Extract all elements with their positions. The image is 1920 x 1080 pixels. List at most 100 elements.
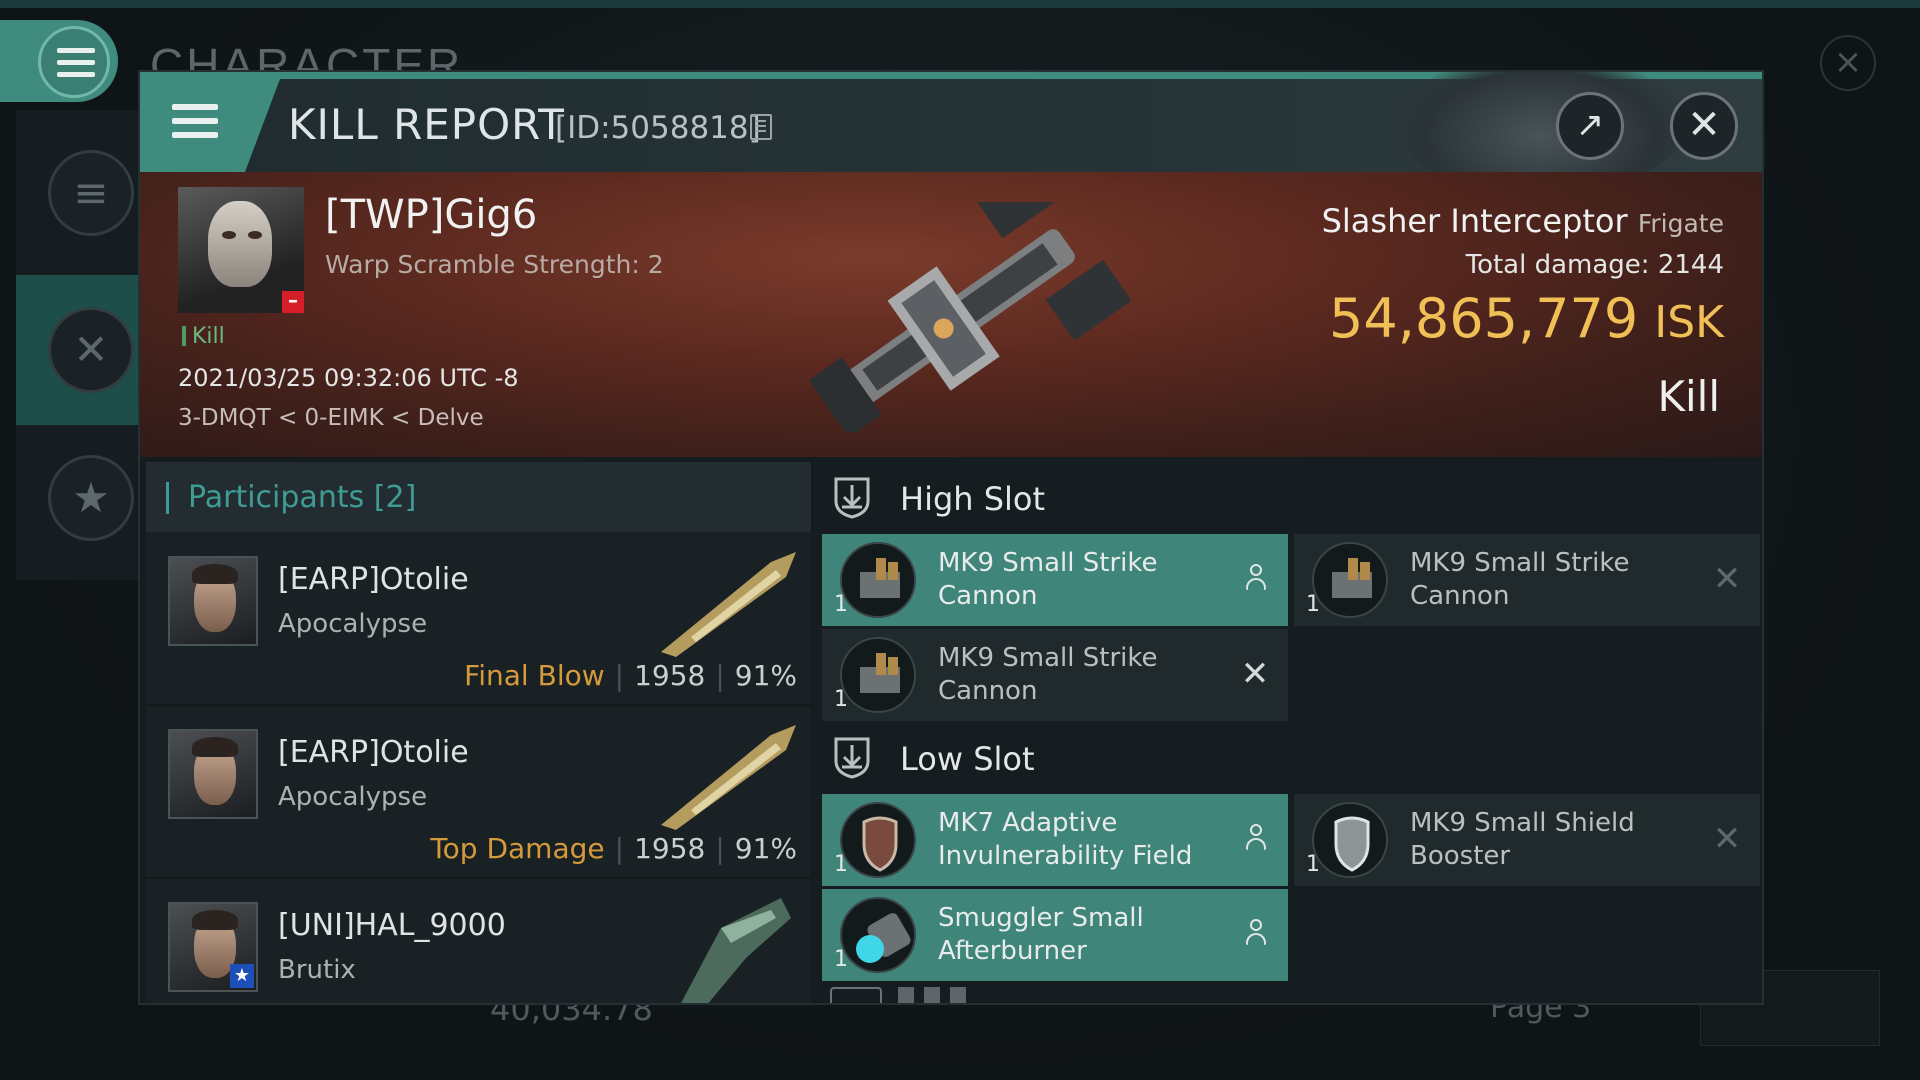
participant-stats: Final Blow | 1958 | 91% bbox=[464, 659, 797, 692]
module-item[interactable]: 1 MK9 Small Strike Cannon ✕ bbox=[822, 629, 1288, 721]
participant-damage: 1958 bbox=[634, 832, 706, 865]
participant-ship: Apocalypse bbox=[278, 782, 428, 812]
victim-ship-type[interactable]: Slasher Interceptor Frigate bbox=[1322, 202, 1724, 240]
participant-tag: Final Blow bbox=[464, 659, 605, 692]
participant-tag: Top Damage bbox=[430, 832, 605, 865]
dropped-person-icon bbox=[1240, 562, 1270, 596]
portrait-face bbox=[208, 201, 272, 287]
participants-count: [2] bbox=[373, 480, 417, 515]
destroyed-x-icon: ✕ bbox=[1712, 559, 1742, 599]
participant-row[interactable]: ★ [UNI]HAL_9000 Brutix bbox=[146, 880, 811, 1005]
app-root: CHARACTER × ≡ ✕ ★ 40,034.78 Page 3 KILL … bbox=[0, 0, 1920, 1080]
background-close-icon[interactable]: × bbox=[1820, 35, 1876, 91]
sidebar-item-combat[interactable]: ✕ bbox=[16, 275, 140, 425]
module-item[interactable]: 1 MK9 Small Strike Cannon ✕ bbox=[1294, 534, 1760, 626]
kill-tag: Kill bbox=[182, 324, 225, 349]
panel-header: KILL REPORT [ID:5058818] ↗ ✕ bbox=[140, 72, 1762, 192]
portrait-eye bbox=[222, 231, 236, 239]
list-icon: ≡ bbox=[48, 150, 134, 236]
victim-portrait[interactable]: – bbox=[178, 187, 304, 313]
report-id: [ID:5058818] bbox=[555, 110, 761, 146]
participant-stats: Top Damage | 1958 | 91% bbox=[430, 832, 797, 865]
participant-row[interactable]: [EARP]Otolie Apocalypse Top Damage | 1958 |… bbox=[146, 707, 811, 879]
module-item[interactable]: 1 MK9 Small Strike Cannon bbox=[822, 534, 1288, 626]
high-slot-icon bbox=[834, 477, 870, 519]
kill-report-panel: KILL REPORT [ID:5058818] ↗ ✕ – [TWP]Gig6… bbox=[138, 70, 1764, 1005]
portrait-hair bbox=[192, 910, 238, 930]
top-strip bbox=[0, 0, 1920, 8]
kill-location[interactable]: 3-DMQT < 0-EIMK < Delve bbox=[178, 405, 484, 431]
cannon-icon bbox=[840, 637, 916, 713]
participant-name[interactable]: [UNI]HAL_9000 bbox=[278, 908, 506, 943]
module-name: MK9 Small Strike Cannon bbox=[1410, 548, 1630, 611]
module-item[interactable]: 1 MK9 Small Shield Booster ✕ bbox=[1294, 794, 1760, 886]
portrait-hair bbox=[192, 564, 238, 584]
victim-ship-image[interactable] bbox=[790, 202, 1130, 432]
module-name: MK9 Small Strike Cannon bbox=[938, 643, 1158, 706]
portrait-hair bbox=[192, 737, 238, 757]
participant-ship-image[interactable] bbox=[651, 715, 801, 835]
participant-portrait[interactable] bbox=[168, 729, 258, 819]
share-button[interactable]: ↗ bbox=[1556, 92, 1624, 160]
participant-name[interactable]: [EARP]Otolie bbox=[278, 735, 469, 770]
hostile-badge-icon: – bbox=[282, 290, 304, 313]
participant-portrait[interactable] bbox=[168, 556, 258, 646]
close-button[interactable]: ✕ bbox=[1670, 92, 1738, 160]
portrait-eye bbox=[248, 231, 262, 239]
module-quantity: 1 bbox=[834, 852, 848, 877]
participant-ship-image[interactable] bbox=[651, 888, 801, 1005]
participant-ship-image[interactable] bbox=[651, 542, 801, 662]
afterburner-icon bbox=[840, 897, 916, 973]
participant-percent: 91% bbox=[734, 832, 797, 865]
hamburger-icon bbox=[172, 104, 218, 138]
total-damage-value: 2144 bbox=[1657, 250, 1724, 280]
participant-name[interactable]: [EARP]Otolie bbox=[278, 562, 469, 597]
module-name: MK9 Small Strike Cannon bbox=[938, 548, 1158, 611]
ship-class: Frigate bbox=[1637, 209, 1724, 238]
shield-field-icon bbox=[840, 802, 916, 878]
participants-header[interactable]: Participants [2] bbox=[146, 462, 811, 532]
ship-name: Slasher Interceptor bbox=[1321, 202, 1628, 240]
module-name: MK7 Adaptive Invulnerability Field bbox=[938, 808, 1193, 871]
low-slot-icon bbox=[834, 737, 870, 779]
participant-ship: Brutix bbox=[278, 955, 356, 985]
menu-ring bbox=[38, 26, 110, 98]
isk-value: 54,865,779 ISK bbox=[1329, 287, 1724, 350]
main-menu-button[interactable] bbox=[0, 20, 118, 102]
sidebar-item-favorites[interactable]: ★ bbox=[16, 455, 140, 605]
close-icon: ✕ bbox=[1687, 102, 1721, 148]
total-damage: Total damage: 2144 bbox=[1466, 250, 1724, 280]
module-name: MK9 Small Shield Booster bbox=[1410, 808, 1635, 871]
module-item[interactable]: 1 MK7 Adaptive Invulnerability Field bbox=[822, 794, 1288, 886]
crossed-swords-icon: ✕ bbox=[48, 307, 134, 393]
kill-datetime: 2021/03/25 09:32:06 UTC -8 bbox=[178, 364, 519, 392]
report-type: Kill bbox=[1657, 372, 1720, 421]
low-slot-label: Low Slot bbox=[900, 740, 1035, 778]
victim-name[interactable]: [TWP]Gig6 bbox=[325, 192, 537, 238]
isk-amount: 54,865,779 bbox=[1329, 287, 1639, 350]
participant-ship: Apocalypse bbox=[278, 609, 428, 639]
warp-scramble-strength: Warp Scramble Strength: 2 bbox=[325, 250, 664, 279]
isk-unit: ISK bbox=[1654, 297, 1724, 348]
total-damage-label: Total damage: bbox=[1465, 250, 1650, 280]
panel-title: KILL REPORT bbox=[288, 100, 565, 149]
participants-label: Participants bbox=[188, 480, 365, 515]
participant-portrait[interactable]: ★ bbox=[168, 902, 258, 992]
mid-slot-label-clipped bbox=[898, 987, 1018, 1003]
module-quantity: 1 bbox=[834, 687, 848, 712]
participants-panel: Participants [2] [EARP]Otolie Apocalypse… bbox=[146, 462, 811, 1005]
module-item[interactable]: 1 Smuggler Small Afterburner bbox=[822, 889, 1288, 981]
copy-icon[interactable] bbox=[750, 114, 772, 140]
cannon-icon bbox=[1312, 542, 1388, 618]
participant-row[interactable]: [EARP]Otolie Apocalypse Final Blow | 1958 |… bbox=[146, 534, 811, 706]
destroyed-x-icon: ✕ bbox=[1712, 819, 1742, 859]
low-slot-header: Low Slot bbox=[830, 722, 1760, 792]
module-quantity: 1 bbox=[1306, 852, 1320, 877]
panel-menu-button[interactable] bbox=[140, 79, 280, 172]
module-quantity: 1 bbox=[1306, 592, 1320, 617]
hamburger-icon bbox=[57, 48, 95, 80]
mid-slot-icon bbox=[830, 987, 882, 1003]
sidebar: ≡ ✕ ★ bbox=[16, 110, 140, 580]
shield-booster-icon bbox=[1312, 802, 1388, 878]
module-name: Smuggler Small Afterburner bbox=[938, 903, 1144, 966]
